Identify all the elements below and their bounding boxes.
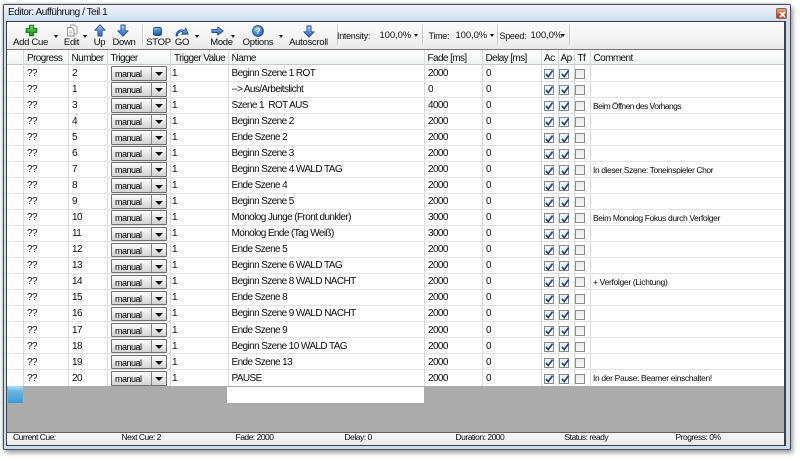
svg-text:?: ? <box>255 26 260 36</box>
